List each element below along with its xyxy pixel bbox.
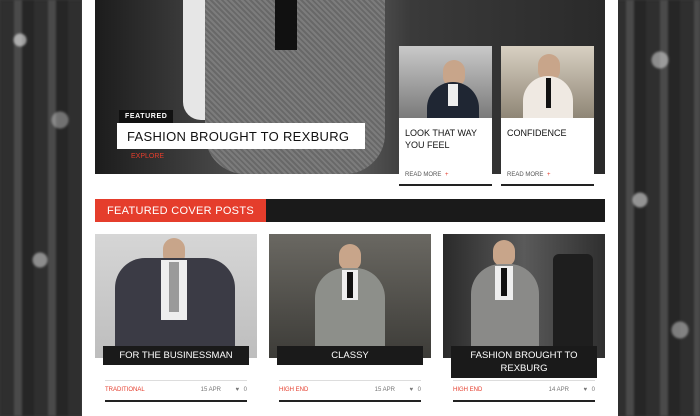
- post-rule: [453, 400, 595, 402]
- page-content: FEATURED FASHION BROUGHT TO REXBURG EXPL…: [82, 0, 618, 416]
- featured-badge: FEATURED: [119, 110, 174, 123]
- read-more-text: READ MORE: [507, 172, 544, 178]
- hero-image-tie: [275, 0, 297, 50]
- side-card-confidence[interactable]: CONFIDENCE READ MORE +: [501, 46, 594, 186]
- post-category[interactable]: TRADITIONAL: [105, 387, 145, 393]
- heart-icon[interactable]: ♥: [409, 387, 413, 393]
- post-rule: [105, 400, 247, 402]
- card-divider: [399, 184, 492, 186]
- post-image: [95, 234, 257, 358]
- side-card-title: CONFIDENCE: [507, 128, 567, 138]
- post-title[interactable]: FOR THE BUSINESSMAN: [103, 346, 249, 365]
- read-more-link[interactable]: READ MORE +: [405, 172, 449, 178]
- hero-title-text: FASHION BROUGHT TO REXBURG: [127, 128, 350, 144]
- plus-icon: +: [547, 172, 551, 178]
- side-card-title: LOOK THAT WAY YOU FEEL: [405, 128, 477, 150]
- side-card-look[interactable]: LOOK THAT WAY YOU FEEL READ MORE +: [399, 46, 492, 186]
- post-title[interactable]: CLASSY: [277, 346, 423, 365]
- explore-link[interactable]: EXPLORE: [131, 153, 164, 160]
- post-divider: [105, 380, 247, 381]
- hero-title[interactable]: FASHION BROUGHT TO REXBURG: [117, 123, 365, 149]
- comment-count: 0: [417, 387, 421, 393]
- post-date: 14 APR: [548, 387, 569, 393]
- heart-icon[interactable]: ♥: [583, 387, 587, 393]
- post-category[interactable]: HIGH END: [279, 387, 308, 393]
- section-title: FEATURED COVER POSTS: [95, 199, 266, 222]
- post-rule: [279, 400, 421, 402]
- side-card-image: [399, 46, 492, 118]
- post-image: [443, 234, 605, 358]
- read-more-link[interactable]: READ MORE +: [507, 172, 551, 178]
- comment-count: 0: [243, 387, 247, 393]
- post-card[interactable]: FASHION BROUGHT TO REXBURG HIGH END 14 A…: [443, 234, 605, 402]
- post-date: 15 APR: [200, 387, 221, 393]
- post-date: 15 APR: [374, 387, 395, 393]
- plus-icon: +: [445, 172, 449, 178]
- post-image: [269, 234, 431, 358]
- post-divider: [279, 380, 421, 381]
- post-divider: [453, 380, 595, 381]
- comment-count: 0: [591, 387, 595, 393]
- read-more-text: READ MORE: [405, 172, 442, 178]
- heart-icon[interactable]: ♥: [235, 387, 239, 393]
- post-card[interactable]: CLASSY HIGH END 15 APR ♥ 0: [269, 234, 431, 402]
- section-header-bar: FEATURED COVER POSTS: [95, 199, 605, 222]
- card-divider: [501, 184, 594, 186]
- post-title[interactable]: FASHION BROUGHT TO REXBURG: [451, 346, 597, 378]
- post-category[interactable]: HIGH END: [453, 387, 482, 393]
- side-card-image: [501, 46, 594, 118]
- post-card[interactable]: FOR THE BUSINESSMAN TRADITIONAL 15 APR ♥…: [95, 234, 257, 402]
